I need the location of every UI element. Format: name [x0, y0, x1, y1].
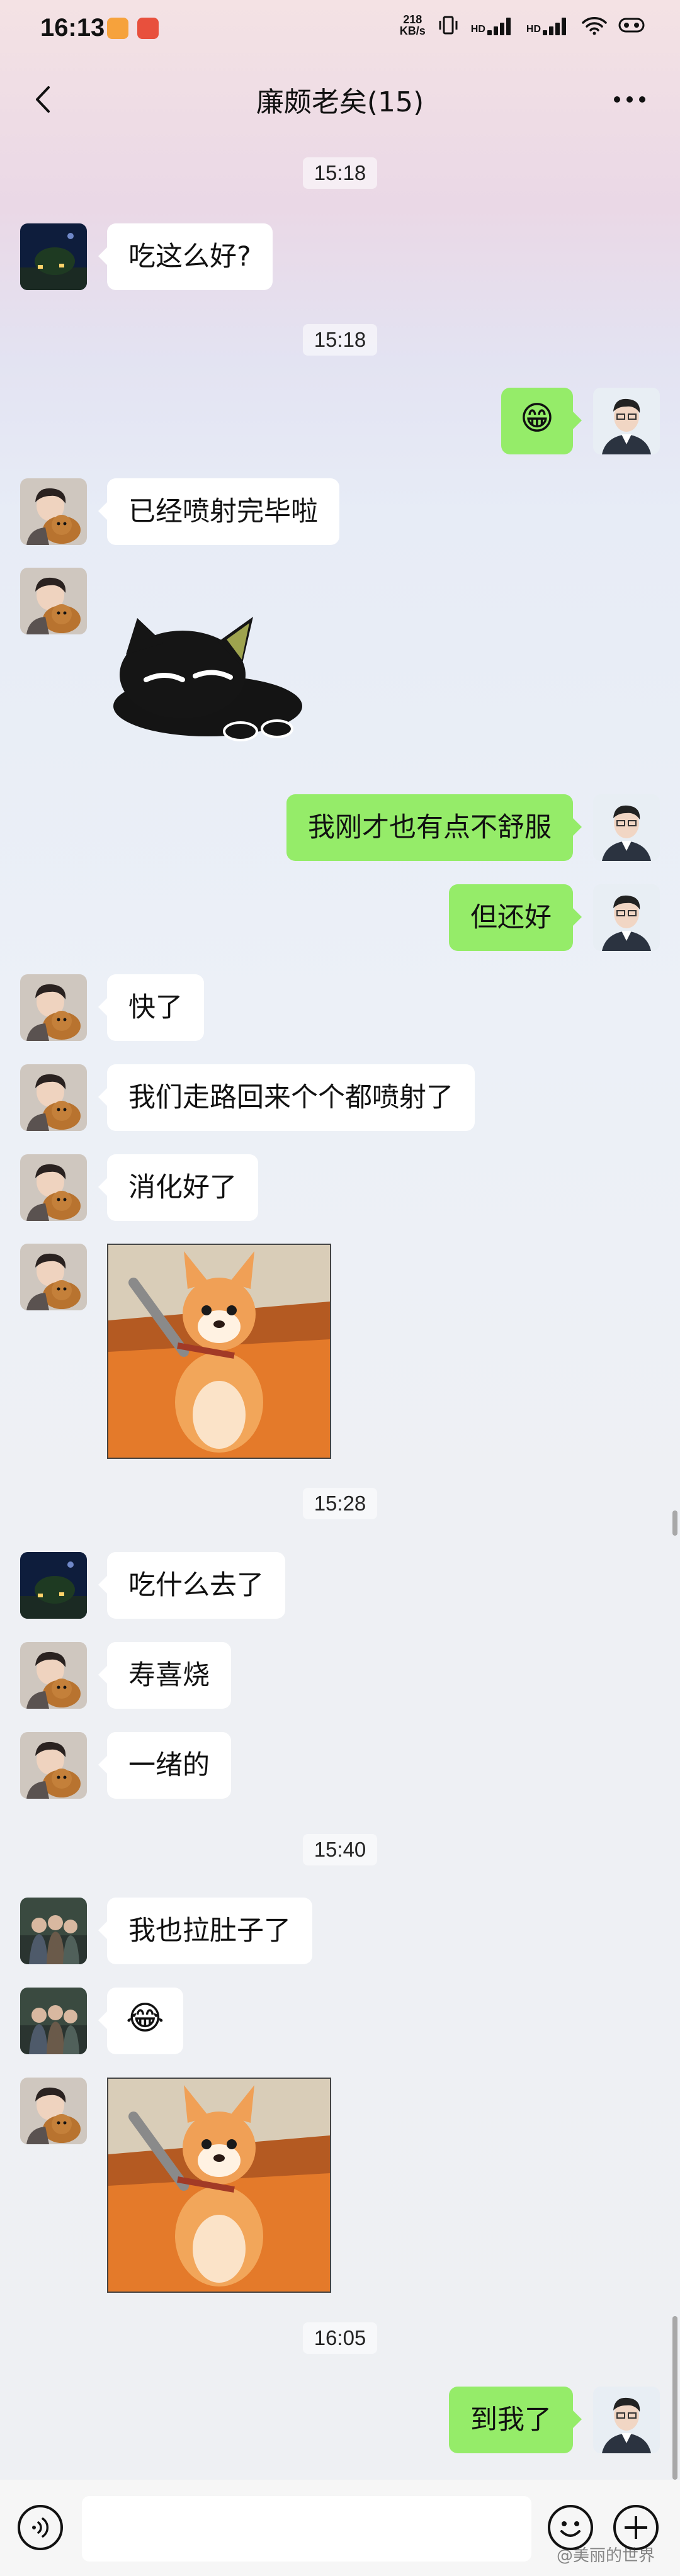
scrollbar-thumb[interactable]: [672, 2316, 677, 2480]
notification-app-icon: [137, 18, 159, 39]
timestamp: 15:18: [0, 324, 680, 356]
man-portrait-avatar[interactable]: [593, 884, 660, 951]
chat-header: 廉颇老矣(15): [0, 60, 680, 138]
man-with-dog-avatar[interactable]: [20, 974, 87, 1041]
man-with-dog-avatar[interactable]: [20, 568, 87, 634]
chat-messages[interactable]: 15:18 吃这么好? 15:18 😁 已经喷射完毕啦 我刚才也有点不舒服 但还…: [0, 138, 680, 2480]
timestamp: 16:05: [0, 2322, 680, 2354]
message-bubble[interactable]: 但还好: [449, 884, 582, 951]
group-photo-avatar[interactable]: [20, 1988, 87, 2054]
message-bubble[interactable]: 消化好了: [98, 1154, 258, 1221]
message-row: [0, 1244, 680, 1459]
timestamp: 15:28: [0, 1488, 680, 1519]
group-photo-avatar[interactable]: [20, 1898, 87, 1964]
signal-bars-icon: [543, 15, 570, 35]
scrollbar-thumb[interactable]: [672, 1510, 677, 1536]
status-time: 16:13: [40, 14, 105, 42]
message-row: [0, 568, 680, 782]
man-portrait-avatar[interactable]: [593, 794, 660, 861]
notification-app-icon: [107, 18, 128, 39]
message-row: [0, 2078, 680, 2293]
man-with-dog-avatar[interactable]: [20, 1064, 87, 1131]
message-bubble[interactable]: 快了: [98, 974, 204, 1041]
dot-icon: [614, 96, 620, 103]
emoji-message[interactable]: 😂: [98, 1988, 183, 2054]
voice-icon: [32, 2517, 49, 2538]
man-with-dog-avatar[interactable]: [20, 1642, 87, 1709]
status-bar: 16:13 218 KB/s HD HD: [0, 0, 680, 60]
message-bubble[interactable]: 吃什么去了: [98, 1552, 285, 1619]
signal-2: HD: [526, 15, 570, 35]
voice-input-button[interactable]: [18, 2505, 63, 2550]
message-bubble[interactable]: 吃这么好?: [98, 223, 273, 290]
black-cat-lying-sticker[interactable]: [107, 605, 309, 744]
chat-title: 廉颇老矣(15): [256, 86, 424, 118]
timestamp: 15:18: [0, 157, 680, 189]
corgi-meme-image[interactable]: [107, 1244, 331, 1459]
man-with-dog-avatar[interactable]: [20, 1154, 87, 1221]
status-indicators: 218 KB/s HD HD: [400, 14, 645, 37]
signal-bars-icon: [487, 15, 515, 35]
man-with-dog-avatar[interactable]: [20, 1732, 87, 1799]
man-portrait-avatar[interactable]: [593, 2387, 660, 2453]
man-with-dog-avatar[interactable]: [20, 2078, 87, 2144]
vibrate-icon: [439, 16, 458, 35]
voicemail-icon: [618, 18, 645, 33]
night-house-avatar[interactable]: [20, 223, 87, 290]
message-bubble[interactable]: 我刚才也有点不舒服: [286, 794, 582, 861]
message-bubble[interactable]: 一绪的: [98, 1732, 231, 1799]
emoji-message[interactable]: 😁: [501, 388, 582, 454]
network-speed: 218 KB/s: [399, 13, 426, 37]
message-bubble[interactable]: 我们走路回来个个都喷射了: [98, 1064, 475, 1131]
dot-icon: [626, 96, 633, 103]
timestamp: 15:40: [0, 1834, 680, 1865]
smiley-icon: [560, 2521, 581, 2537]
message-bubble[interactable]: 寿喜烧: [98, 1642, 231, 1709]
man-with-dog-avatar[interactable]: [20, 1244, 87, 1310]
message-bubble[interactable]: 我也拉肚子了: [98, 1898, 312, 1964]
message-bubble[interactable]: 已经喷射完毕啦: [98, 478, 339, 545]
corgi-meme-image[interactable]: [107, 2078, 331, 2293]
message-input[interactable]: [82, 2496, 531, 2562]
more-options-button[interactable]: [604, 82, 655, 117]
dot-icon: [639, 96, 645, 103]
man-portrait-avatar[interactable]: [593, 388, 660, 454]
watermark: @美丽的世界: [556, 2546, 655, 2565]
signal-1: HD: [471, 15, 515, 35]
wifi-icon: [582, 17, 607, 35]
man-with-dog-avatar[interactable]: [20, 478, 87, 545]
night-house-avatar[interactable]: [20, 1552, 87, 1619]
message-bubble[interactable]: 到我了: [449, 2387, 582, 2453]
